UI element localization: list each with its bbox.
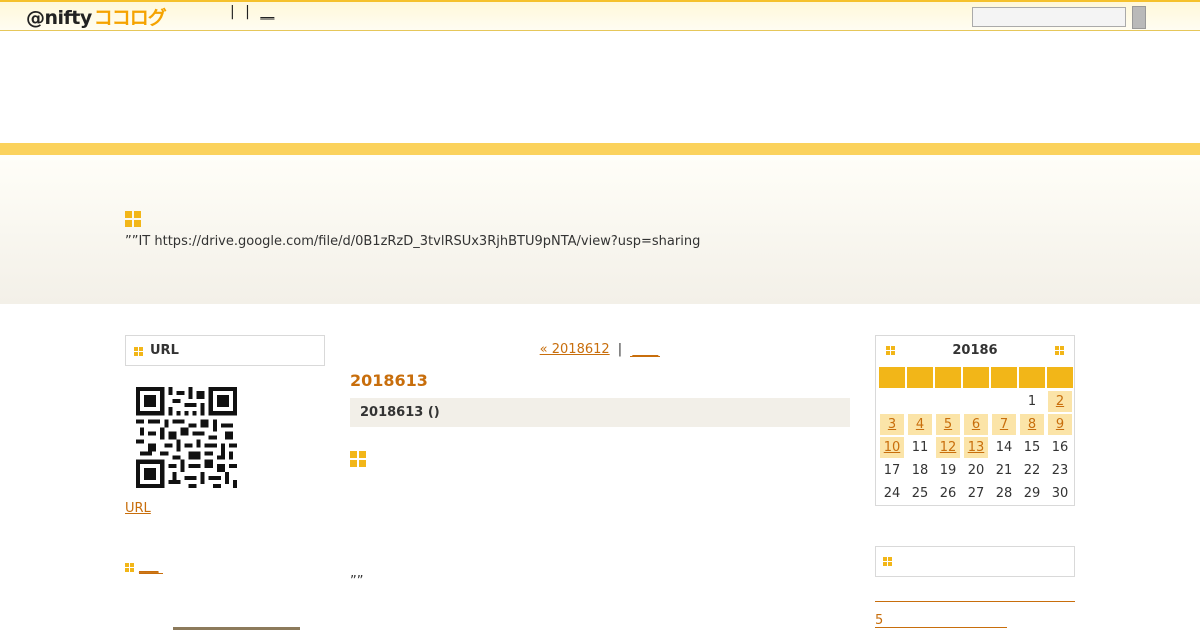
calendar-day-link-cell[interactable]: 3	[880, 414, 904, 435]
nifty-topbar: @nifty ココログ | | __	[0, 0, 1200, 31]
calendar-day-cell: 17	[883, 463, 901, 478]
calendar-day-link[interactable]: 8	[1028, 417, 1036, 432]
blog-header	[0, 155, 1200, 304]
calendar-next-icon[interactable]	[1055, 346, 1064, 355]
calendar-widget: 20186 1 2 3 4 5 6 7 8 9 10 11 12 13 14 15 16 17 18 19 20 21 2…	[875, 335, 1075, 506]
weekday-header-cell	[907, 367, 933, 388]
calendar-month-label: 20186	[952, 343, 998, 358]
calendar-day-link-cell[interactable]: 5	[936, 414, 960, 435]
calendar-day-cell	[936, 391, 960, 412]
weekday-header-cell	[963, 367, 989, 388]
weekday-header-cell	[879, 367, 905, 388]
calendar-day-cell: 23	[1051, 463, 1069, 478]
qr-code-icon	[136, 387, 237, 488]
header-stripe	[0, 143, 1200, 155]
calendar-day-cell: 27	[967, 486, 985, 501]
calendar-day-cell: 14	[995, 440, 1013, 455]
search-button[interactable]	[1132, 6, 1146, 29]
calendar-day-cell: 21	[995, 463, 1013, 478]
entry-title-icon	[350, 451, 367, 468]
top-separator: |	[230, 4, 235, 20]
calendar-day-link-cell[interactable]: 8	[1020, 414, 1044, 435]
calendar-day-cell: 25	[911, 486, 929, 501]
section-bullet-icon	[125, 563, 134, 572]
main-page-link[interactable]: ____	[630, 343, 661, 358]
calendar-day-cell: 24	[883, 486, 901, 501]
calendar-grid: 1 2 3 4 5 6 7 8 9 10 11 12 13 14 15 16 17 18 19 20 21 22 23 24 2…	[878, 367, 1074, 505]
calendar-day-link[interactable]: 7	[1000, 417, 1008, 432]
widget-bullet-icon	[134, 347, 143, 356]
entry-body-text: ””	[350, 574, 364, 589]
weekday-header-cell	[1019, 367, 1045, 388]
logo-cocolog-text: ココログ	[93, 7, 167, 29]
calendar-day-cell: 20	[967, 463, 985, 478]
calendar-day-link[interactable]: 6	[972, 417, 980, 432]
calendar-day-link[interactable]: 2	[1056, 394, 1064, 409]
url-widget-title: URL	[150, 343, 179, 358]
calendar-day-cell: 1	[1027, 394, 1037, 409]
weekday-header-cell	[1047, 367, 1073, 388]
widget-bullet-icon	[883, 557, 892, 566]
calendar-day-cell: 19	[939, 463, 957, 478]
calendar-day-link-cell[interactable]: 9	[1048, 414, 1072, 435]
calendar-day-link-cell[interactable]: 4	[908, 414, 932, 435]
calendar-day-cell	[908, 391, 932, 412]
calendar-day-link-cell[interactable]: 13	[964, 437, 988, 458]
url-link[interactable]: URL	[125, 501, 151, 516]
right-widget-header	[875, 546, 1075, 577]
cocolog-logo[interactable]: @nifty ココログ	[26, 3, 167, 29]
date-pager: « 2018612 | ____	[350, 342, 850, 358]
weekday-header-cell	[991, 367, 1017, 388]
calendar-day-cell: 16	[1051, 440, 1069, 455]
prev-date-link[interactable]: « 2018612	[540, 342, 610, 357]
calendar-day-cell: 18	[911, 463, 929, 478]
entry-date-label: 2018613 ()	[360, 405, 440, 420]
calendar-day-link[interactable]: 9	[1056, 417, 1064, 432]
calendar-day-link[interactable]: 5	[944, 417, 952, 432]
right-divider-link[interactable]	[875, 601, 1075, 602]
logo-nifty-text: @nifty	[26, 7, 92, 29]
calendar-day-cell: 26	[939, 486, 957, 501]
blog-title-icon	[125, 211, 142, 228]
calendar-day-link[interactable]: 3	[888, 417, 896, 432]
calendar-day-link-cell[interactable]: 7	[992, 414, 1016, 435]
url-widget-header: URL	[125, 335, 325, 366]
calendar-day-link[interactable]: 13	[968, 440, 985, 455]
top-link[interactable]: __	[260, 4, 274, 20]
calendar-day-cell: 11	[911, 440, 929, 455]
calendar-day-link-cell[interactable]: 12	[936, 437, 960, 458]
calendar-day-link-cell[interactable]: 6	[964, 414, 988, 435]
search-input[interactable]	[972, 7, 1126, 27]
calendar-day-cell: 15	[1023, 440, 1041, 455]
pager-separator: |	[617, 342, 623, 357]
calendar-day-cell: 29	[1023, 486, 1041, 501]
weekday-header-cell	[935, 367, 961, 388]
blog-description: ””IT https://drive.google.com/file/d/0B1…	[125, 234, 701, 249]
top-links: | | __	[230, 4, 274, 20]
calendar-day-link-cell[interactable]: 2	[1048, 391, 1072, 412]
top-separator: |	[245, 4, 250, 20]
calendar-day-cell	[880, 391, 904, 412]
calendar-day-link[interactable]: 10	[884, 440, 901, 455]
calendar-day-cell: 28	[995, 486, 1013, 501]
calendar-day-link[interactable]: 4	[916, 417, 924, 432]
calendar-day-cell	[992, 391, 1016, 412]
calendar-day-cell: 22	[1023, 463, 1041, 478]
calendar-day-cell	[964, 391, 988, 412]
calendar-day-cell: 30	[1051, 486, 1069, 501]
entry-date-header: 2018613 ()	[350, 398, 850, 427]
calendar-day-link-cell[interactable]: 10	[880, 437, 904, 458]
calendar-day-link[interactable]: 12	[940, 440, 957, 455]
left-section-link[interactable]: ___	[139, 559, 163, 574]
archive-date-title: 2018613	[350, 371, 428, 390]
recent-entry-link[interactable]: 5	[875, 613, 1007, 628]
